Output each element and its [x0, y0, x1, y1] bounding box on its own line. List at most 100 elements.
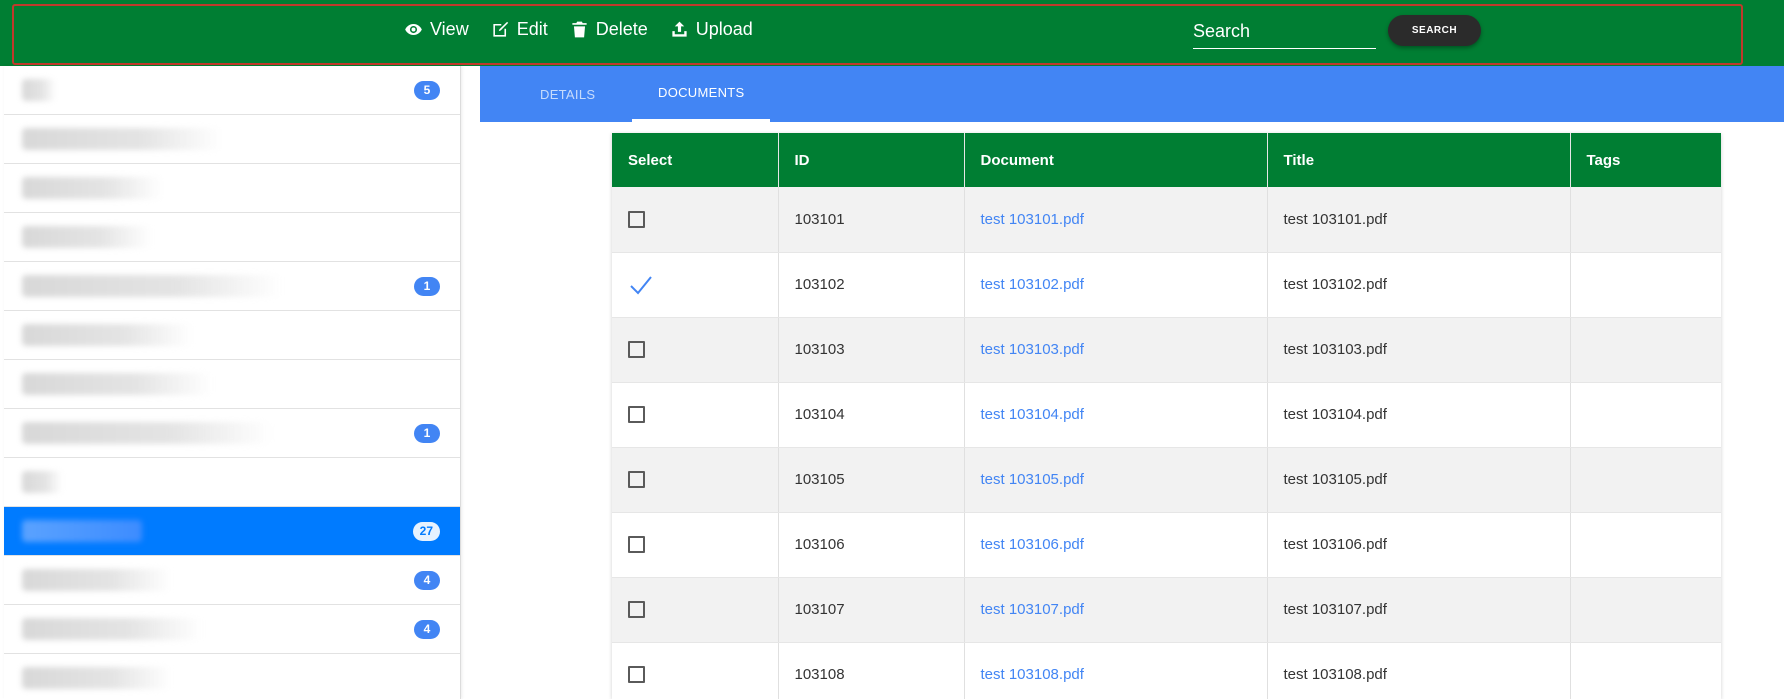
tags-cell	[1570, 187, 1721, 253]
document-cell: test 103108.pdf	[964, 642, 1268, 699]
count-badge: 5	[414, 81, 440, 100]
document-cell: test 103101.pdf	[964, 187, 1268, 253]
sidebar: 5 1 1 27 4 4	[4, 66, 461, 699]
title-cell: test 103102.pdf	[1267, 252, 1571, 318]
row-checkbox[interactable]	[628, 406, 645, 423]
tab-bar: DETAILS DOCUMENTS	[480, 66, 1784, 122]
column-header-title: Title	[1267, 133, 1571, 187]
id-cell: 103105	[778, 447, 965, 513]
table-row[interactable]: 103107 test 103107.pdf test 103107.pdf	[612, 577, 1721, 643]
table-row[interactable]: 103102 test 103102.pdf test 103102.pdf	[612, 252, 1721, 318]
table-row[interactable]: 103101 test 103101.pdf test 103101.pdf	[612, 187, 1721, 253]
sidebar-item-label-redacted	[22, 422, 272, 444]
id-cell: 103104	[778, 382, 965, 448]
upload-icon	[670, 20, 689, 39]
select-cell	[612, 252, 779, 318]
tags-cell	[1570, 577, 1721, 643]
tags-cell	[1570, 447, 1721, 513]
document-link[interactable]: test 103107.pdf	[981, 601, 1084, 618]
row-checkbox[interactable]	[628, 471, 645, 488]
title-cell: test 103108.pdf	[1267, 642, 1571, 699]
documents-table: Select ID Document Title Tags 103101 test…	[612, 133, 1721, 699]
table-row[interactable]: 103108 test 103108.pdf test 103108.pdf	[612, 642, 1721, 699]
select-cell	[612, 317, 779, 383]
row-checkbox[interactable]	[628, 666, 645, 683]
delete-button[interactable]: Delete	[570, 19, 648, 40]
sidebar-item[interactable]	[4, 213, 460, 262]
delete-label: Delete	[595, 18, 648, 39]
toolbar-highlight-outline	[12, 4, 1743, 65]
checkmark-icon[interactable]	[628, 272, 654, 298]
sidebar-item-label-redacted	[22, 79, 56, 101]
edit-icon	[491, 20, 510, 39]
sidebar-item-label-redacted	[22, 471, 62, 493]
sidebar-item[interactable]	[4, 164, 460, 213]
document-link[interactable]: test 103104.pdf	[981, 406, 1084, 423]
sidebar-item[interactable]: 4	[4, 556, 460, 605]
eye-icon	[404, 20, 423, 39]
sidebar-item[interactable]	[4, 311, 460, 360]
table-row[interactable]: 103104 test 103104.pdf test 103104.pdf	[612, 382, 1721, 448]
search-field	[1193, 14, 1376, 49]
upload-label: Upload	[695, 18, 753, 39]
sidebar-item-label-redacted	[22, 226, 152, 248]
row-checkbox[interactable]	[628, 210, 645, 228]
id-cell: 103102	[778, 252, 965, 318]
column-header-document: Document	[964, 133, 1268, 187]
row-checkbox[interactable]	[628, 341, 645, 358]
sidebar-item[interactable]: 4	[4, 605, 460, 654]
sidebar-item[interactable]	[4, 654, 460, 699]
tags-cell	[1570, 642, 1721, 699]
table-row[interactable]: 103105 test 103105.pdf test 103105.pdf	[612, 447, 1721, 513]
table-body: 103101 test 103101.pdf test 103101.pdf 1031…	[612, 187, 1721, 699]
sidebar-item[interactable]	[4, 360, 460, 409]
tab-details[interactable]: DETAILS	[514, 66, 621, 122]
document-link[interactable]: test 103102.pdf	[981, 276, 1084, 293]
table-row[interactable]: 103103 test 103103.pdf test 103103.pdf	[612, 317, 1721, 383]
sidebar-item[interactable]	[4, 115, 460, 164]
sidebar-item-label-redacted	[22, 324, 192, 346]
column-header-select: Select	[612, 133, 779, 187]
document-link[interactable]: test 103106.pdf	[981, 536, 1084, 553]
title-cell: test 103105.pdf	[1267, 447, 1571, 513]
search-button[interactable]: SEARCH	[1388, 15, 1481, 46]
count-badge: 27	[412, 522, 440, 541]
document-link[interactable]: test 103103.pdf	[981, 341, 1084, 358]
count-badge: 1	[414, 277, 440, 296]
document-cell: test 103106.pdf	[964, 512, 1268, 578]
title-cell: test 103103.pdf	[1267, 317, 1571, 383]
title-cell: test 103106.pdf	[1267, 512, 1571, 578]
table-row[interactable]: 103106 test 103106.pdf test 103106.pdf	[612, 512, 1721, 578]
sidebar-item[interactable]: 1	[4, 262, 460, 311]
edit-button[interactable]: Edit	[491, 19, 548, 40]
sidebar-item[interactable]	[4, 458, 460, 507]
document-link[interactable]: test 103105.pdf	[981, 471, 1084, 488]
toolbar-actions: View Edit Delete Upload	[404, 16, 753, 42]
tags-cell	[1570, 512, 1721, 578]
sidebar-item-label-redacted	[22, 177, 162, 199]
trash-icon	[570, 20, 589, 39]
tab-documents[interactable]: DOCUMENTS	[632, 66, 771, 122]
row-checkbox[interactable]	[628, 601, 645, 618]
upload-button[interactable]: Upload	[670, 19, 753, 40]
select-cell	[612, 642, 779, 699]
document-link[interactable]: test 103101.pdf	[981, 211, 1084, 228]
id-cell: 103101	[778, 187, 965, 253]
document-cell: test 103105.pdf	[964, 447, 1268, 513]
sidebar-item-label-redacted	[22, 520, 142, 542]
sidebar-item[interactable]: 1	[4, 409, 460, 458]
search-input[interactable]	[1193, 14, 1376, 48]
sidebar-item[interactable]: 27	[4, 507, 460, 556]
tags-cell	[1570, 317, 1721, 383]
id-cell: 103103	[778, 317, 965, 383]
count-badge: 4	[414, 620, 440, 639]
document-link[interactable]: test 103108.pdf	[981, 666, 1084, 683]
sidebar-item[interactable]: 5	[4, 66, 460, 115]
row-checkbox[interactable]	[628, 536, 645, 553]
column-header-tags: Tags	[1570, 133, 1721, 187]
id-cell: 103106	[778, 512, 965, 578]
view-button[interactable]: View	[404, 19, 469, 40]
select-cell	[612, 382, 779, 448]
column-header-id: ID	[778, 133, 965, 187]
top-toolbar: View Edit Delete Upload SEARCH	[0, 0, 1784, 66]
